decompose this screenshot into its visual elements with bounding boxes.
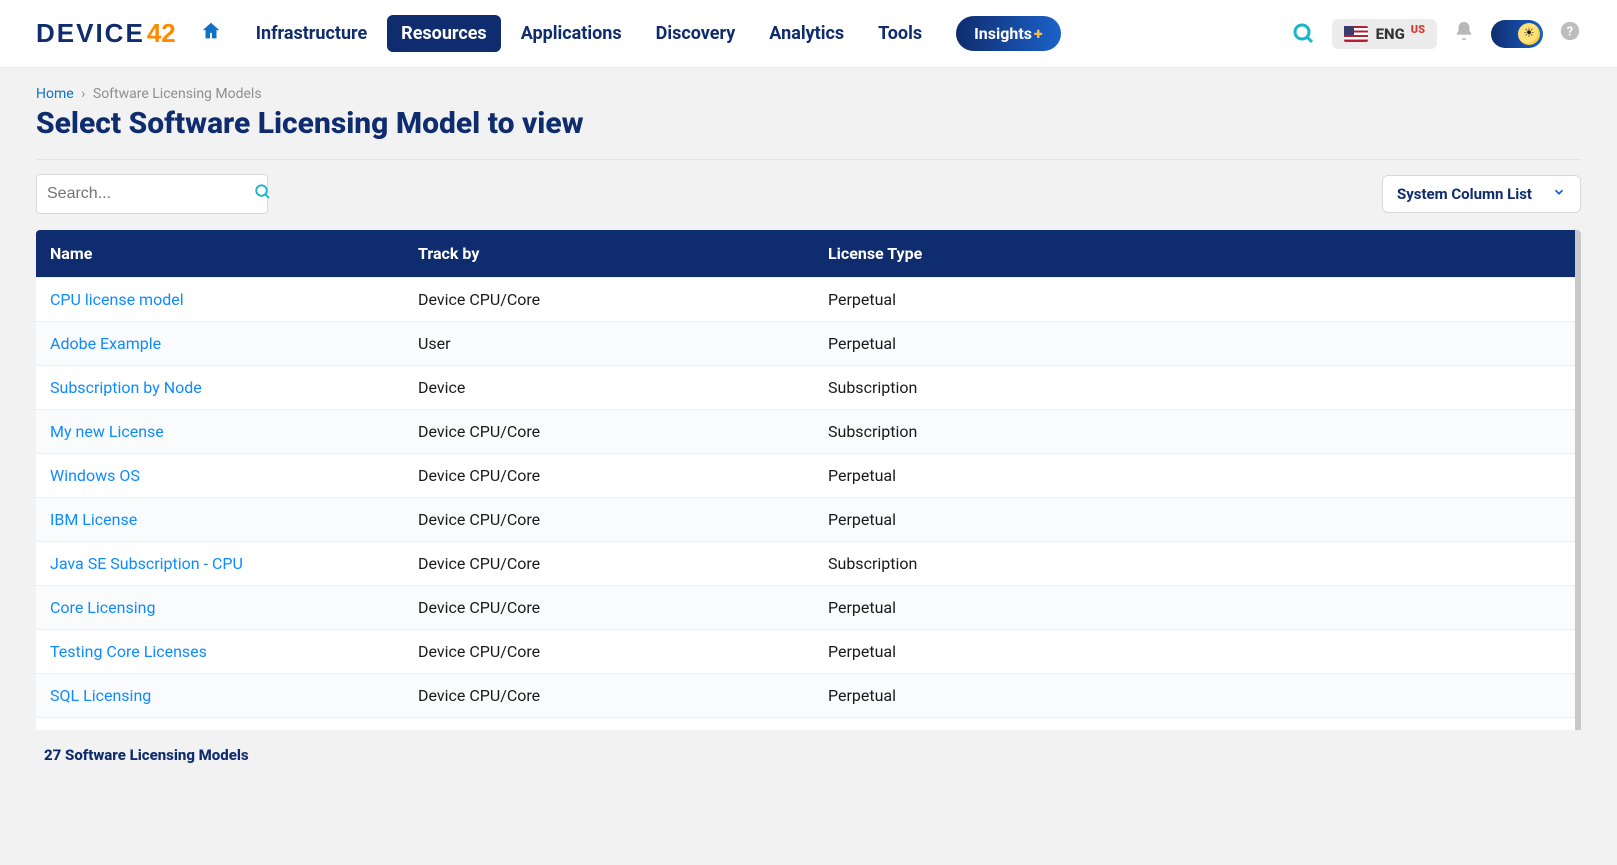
table-row[interactable]: Adobe Example UserPerpetual (36, 322, 1575, 366)
global-search-icon[interactable] (1290, 20, 1318, 48)
breadcrumb-current: Software Licensing Models (93, 86, 262, 102)
nav-analytics[interactable]: Analytics (755, 15, 858, 52)
language-selector[interactable]: ENG US (1332, 19, 1437, 49)
brand-name: DEVICE (36, 18, 145, 49)
table-row[interactable]: Windows OS Device CPU/CorePerpetual (36, 454, 1575, 498)
main-nav: Infrastructure Resources Applications Di… (242, 15, 1061, 52)
row-trackby: Client Access (406, 718, 816, 731)
row-license-type: Perpetual (816, 454, 1575, 498)
row-trackby: Device CPU/Core (406, 454, 816, 498)
column-list-label: System Column List (1397, 185, 1532, 203)
table-row[interactable]: IBM License Device CPU/CorePerpetual (36, 498, 1575, 542)
breadcrumb: Home › Software Licensing Models (36, 68, 1581, 102)
breadcrumb-home[interactable]: Home (36, 86, 74, 102)
insights-button[interactable]: Insights+ (956, 16, 1060, 51)
row-license-type: Subscription (816, 410, 1575, 454)
nav-infrastructure[interactable]: Infrastructure (242, 15, 381, 52)
row-license-type: Subscription (816, 542, 1575, 586)
table-row[interactable]: Testing Core Licenses Device CPU/CorePerp… (36, 630, 1575, 674)
row-trackby: Device CPU/Core (406, 586, 816, 630)
row-name-link[interactable]: Adobe Example (50, 334, 161, 353)
table-row[interactable]: Subscription by Node DeviceSubscription (36, 366, 1575, 410)
row-license-type: Perpetual (816, 674, 1575, 718)
sun-icon: ☀ (1518, 23, 1540, 45)
home-icon[interactable] (200, 20, 222, 48)
table-header-row: Name Track by License Type (36, 230, 1575, 278)
brand-suffix: 42 (147, 18, 176, 49)
row-license-type: Perpetual (816, 498, 1575, 542)
insights-label: Insights (974, 24, 1032, 43)
table-row[interactable]: My new License Device CPU/CoreSubscriptio… (36, 410, 1575, 454)
row-trackby: Device CPU/Core (406, 278, 816, 322)
nav-tools[interactable]: Tools (864, 15, 936, 52)
nav-resources[interactable]: Resources (387, 15, 501, 52)
controls-row: System Column List (36, 174, 1581, 214)
row-license-type: Perpetual (816, 718, 1575, 731)
row-name-link[interactable]: Testing Core Licenses (50, 642, 207, 661)
col-header-name[interactable]: Name (36, 230, 406, 278)
row-trackby: Device CPU/Core (406, 498, 816, 542)
row-trackby: User (406, 322, 816, 366)
table-scroll[interactable]: Name Track by License Type CPU license m… (36, 230, 1581, 730)
breadcrumb-separator-icon: › (81, 86, 85, 102)
row-name-link[interactable]: Core Licensing (50, 598, 155, 617)
table-row[interactable]: Core Licensing Device CPU/CorePerpetual (36, 586, 1575, 630)
table-row[interactable]: SQL Licensing Device CPU/CorePerpetual (36, 674, 1575, 718)
nav-discovery[interactable]: Discovery (642, 15, 750, 52)
row-name-link[interactable]: IBM License (50, 510, 137, 529)
brand-logo[interactable]: DEVICE42 (36, 18, 176, 49)
language-label: ENG (1376, 25, 1405, 43)
licensing-models-table: Name Track by License Type CPU license m… (36, 230, 1575, 730)
notifications-icon[interactable] (1453, 20, 1475, 48)
page-body: Home › Software Licensing Models Select … (0, 68, 1617, 865)
topbar: DEVICE42 Infrastructure Resources Applic… (0, 0, 1617, 68)
row-name-link[interactable]: Subscription by Node (50, 378, 202, 397)
flag-us-icon (1344, 26, 1368, 42)
row-license-type: Perpetual (816, 278, 1575, 322)
row-license-type: Subscription (816, 366, 1575, 410)
row-trackby: Device CPU/Core (406, 542, 816, 586)
table-row[interactable]: CAL / Per MailboxClient AccessPerpetual (36, 718, 1575, 731)
table-row[interactable]: CPU license model Device CPU/CorePerpetua… (36, 278, 1575, 322)
row-name-link[interactable]: My new License (50, 422, 164, 441)
nav-applications[interactable]: Applications (507, 15, 636, 52)
row-license-type: Perpetual (816, 630, 1575, 674)
page-title: Select Software Licensing Model to view (36, 106, 1581, 160)
row-trackby: Device (406, 366, 816, 410)
row-name-link[interactable]: Java SE Subscription - CPU (50, 554, 243, 573)
result-count: 27 Software Licensing Models (36, 730, 1581, 770)
search-icon[interactable] (254, 183, 272, 206)
col-header-type[interactable]: License Type (816, 230, 1575, 278)
row-name-link[interactable]: SQL Licensing (50, 686, 151, 705)
svg-text:?: ? (1567, 24, 1573, 39)
column-list-dropdown[interactable]: System Column List (1382, 175, 1581, 213)
search-box[interactable] (36, 174, 268, 214)
row-name-link[interactable]: CPU license model (50, 290, 184, 309)
help-icon[interactable]: ? (1559, 20, 1581, 48)
row-trackby: Device CPU/Core (406, 410, 816, 454)
search-input[interactable] (47, 185, 254, 203)
row-license-type: Perpetual (816, 586, 1575, 630)
row-trackby: Device CPU/Core (406, 630, 816, 674)
plus-icon: + (1034, 24, 1043, 43)
chevron-down-icon (1552, 185, 1566, 203)
col-header-trackby[interactable]: Track by (406, 230, 816, 278)
row-license-type: Perpetual (816, 322, 1575, 366)
language-region: US (1411, 23, 1425, 36)
table-row[interactable]: Java SE Subscription - CPU Device CPU/Cor… (36, 542, 1575, 586)
row-trackby: Device CPU/Core (406, 674, 816, 718)
row-name-link[interactable]: Windows OS (50, 466, 140, 485)
theme-toggle[interactable]: ☀ (1491, 20, 1543, 48)
